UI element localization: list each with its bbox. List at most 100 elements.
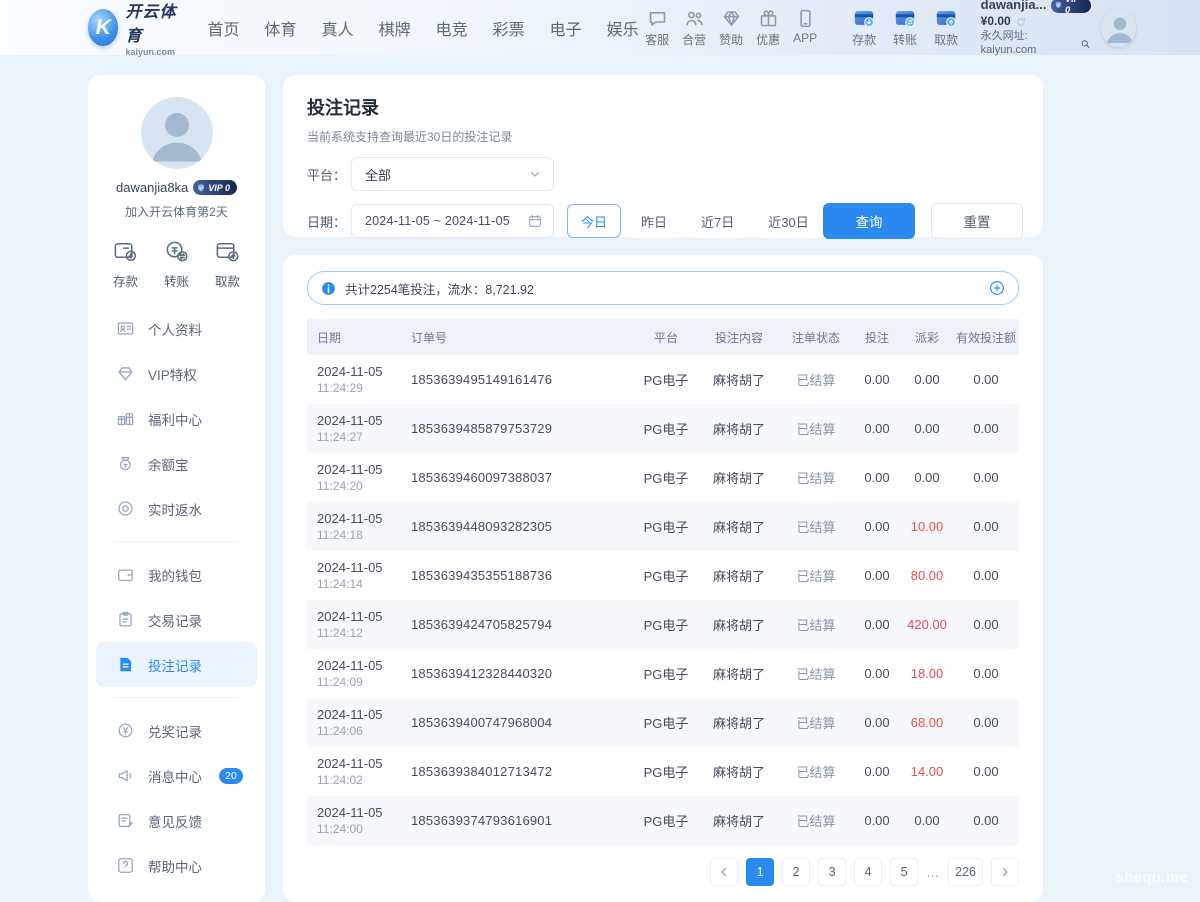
wallet-deposit-button[interactable]: 存款 [846,7,883,48]
clipboard-icon [116,610,135,629]
bet-date: 2024-11-05 [317,560,403,575]
nav-esports[interactable]: 电竞 [436,16,468,40]
unread-count-badge: 20 [219,768,243,784]
bet-time: 11:24:20 [317,479,403,493]
quicklink-promotions[interactable]: 优惠 [750,8,787,48]
range-30days-button[interactable]: 近30日 [754,204,822,238]
wallet-withdraw-button[interactable]: 取款 [928,7,965,48]
deposit-icon [112,238,139,265]
table-row: 2024-11-05 11:24:27 1853639485879753729 … [307,404,1019,453]
expand-plus-icon[interactable] [988,279,1006,297]
table-row: 2024-11-05 11:24:06 1853639400747968004 … [307,698,1019,747]
reset-button[interactable]: 重置 [931,203,1023,239]
next-page-button[interactable] [991,858,1019,886]
nav-sports[interactable]: 体育 [265,16,297,40]
quicklink-support[interactable]: 客服 [639,8,676,48]
page-button-1[interactable]: 1 [746,858,774,886]
range-7days-button[interactable]: 近7日 [687,204,748,238]
quicklink-sponsor[interactable]: 赞助 [713,8,750,48]
shield-check-icon [196,183,206,193]
sidebar-item-bet-records[interactable]: 投注记录 [96,642,257,687]
bet-time: 11:24:12 [317,626,403,640]
quicklink-app[interactable]: APP [787,8,824,48]
platform-select[interactable]: 全部 [351,157,554,191]
col-header-status: 注单状态 [779,329,853,346]
valid-bet-amount: 0.00 [953,666,1019,681]
quick-range-buttons: 今日 昨日 近7日 近30日 [567,204,823,238]
quick-action-label: 取款 [215,271,240,290]
quicklink-partnership[interactable]: 合营 [676,8,713,48]
platform: PG电子 [633,566,699,585]
brand-logo[interactable]: K 开云体育 kaiyun.com [88,0,182,57]
sidebar-item-help[interactable]: 帮助中心 [96,843,257,888]
platform: PG电子 [633,468,699,487]
sidebar-item-feedback[interactable]: 意见反馈 [96,798,257,843]
page-button-5[interactable]: 5 [890,858,918,886]
user-info[interactable]: dawanjia... VIP 0 ¥0.00 永久网址: kaiyun.com [981,0,1091,58]
nav-slots[interactable]: 电子 [550,16,582,40]
bet-amount: 0.00 [853,666,901,681]
platform: PG电子 [633,517,699,536]
bet-date: 2024-11-05 [317,511,403,526]
page-button-2[interactable]: 2 [782,858,810,886]
sidebar-item-transactions[interactable]: 交易记录 [96,597,257,642]
date-range-input[interactable]: 2024-11-05 ~ 2024-11-05 [351,204,554,238]
bet-content: 麻将胡了 [699,468,779,487]
order-number: 1853639424705825794 [403,617,633,632]
quicklink-label: 客服 [645,31,669,48]
payout-amount: 420.00 [901,617,953,632]
range-yesterday-button[interactable]: 昨日 [627,204,681,238]
bet-amount: 0.00 [853,617,901,632]
avatar[interactable] [1101,9,1136,47]
wallet-transfer-button[interactable]: 转账 [887,7,924,48]
bet-status: 已结算 [779,566,853,585]
transfer-button[interactable]: 转账 [163,238,190,290]
sidebar-item-prize-records[interactable]: 兑奖记录 [96,708,257,753]
pagination: 1 2 3 4 5 … 226 [710,858,1019,886]
withdraw-button[interactable]: 取款 [214,238,241,290]
nav-live-casino[interactable]: 真人 [322,16,354,40]
vip-badge: VIP 0 [193,180,237,195]
sidebar-item-label: 福利中心 [148,409,202,429]
prev-page-button[interactable] [710,858,738,886]
brand-name: 开云体育 [125,0,181,46]
order-number: 1853639460097388037 [403,470,633,485]
page-button-3[interactable]: 3 [818,858,846,886]
platform: PG电子 [633,615,699,634]
sidebar-item-label: 意见反馈 [148,811,202,831]
refresh-icon[interactable] [1015,16,1027,28]
range-today-button[interactable]: 今日 [567,204,621,238]
deposit-button[interactable]: 存款 [112,238,139,290]
nav-home[interactable]: 首页 [208,16,240,40]
gifts-icon [116,409,135,428]
page-button-4[interactable]: 4 [854,858,882,886]
avatar[interactable] [141,97,213,169]
chevron-left-icon [717,865,731,879]
bet-content: 麻将胡了 [699,811,779,830]
sidebar-item-profile[interactable]: 个人资料 [96,306,257,351]
valid-bet-amount: 0.00 [953,715,1019,730]
query-button[interactable]: 查询 [823,203,915,239]
sidebar-item-welfare[interactable]: 福利中心 [96,396,257,441]
col-header-order: 订单号 [403,329,633,346]
sidebar-item-yuebao[interactable]: 余额宝 [96,441,257,486]
sidebar-item-rebate[interactable]: 实时返水 [96,486,257,531]
nav-board-games[interactable]: 棋牌 [379,16,411,40]
nav-entertainment[interactable]: 娱乐 [607,16,639,40]
search-icon[interactable] [1080,38,1091,50]
sidebar: dawanjia8ka VIP 0 加入开云体育第2天 存款 转账 取款 个人资… [88,75,265,902]
table-row: 2024-11-05 11:24:18 1853639448093282305 … [307,502,1019,551]
bet-content: 麻将胡了 [699,370,779,389]
page-button-last[interactable]: 226 [948,858,983,886]
brand-logo-text: 开云体育 kaiyun.com [125,0,181,57]
pagination-ellipsis: … [926,865,940,880]
platform-selected-value: 全部 [365,165,527,184]
topbar: K 开云体育 kaiyun.com 首页 体育 真人 棋牌 电竞 彩票 电子 娱… [0,0,1200,55]
bet-status: 已结算 [779,664,853,683]
sidebar-item-messages[interactable]: 消息中心 20 [96,753,257,798]
sidebar-item-vip[interactable]: VIP特权 [96,351,257,396]
payout-amount: 0.00 [901,421,953,436]
nav-lottery[interactable]: 彩票 [493,16,525,40]
sidebar-item-wallet[interactable]: 我的钱包 [96,552,257,597]
page-title: 投注记录 [307,94,1023,120]
